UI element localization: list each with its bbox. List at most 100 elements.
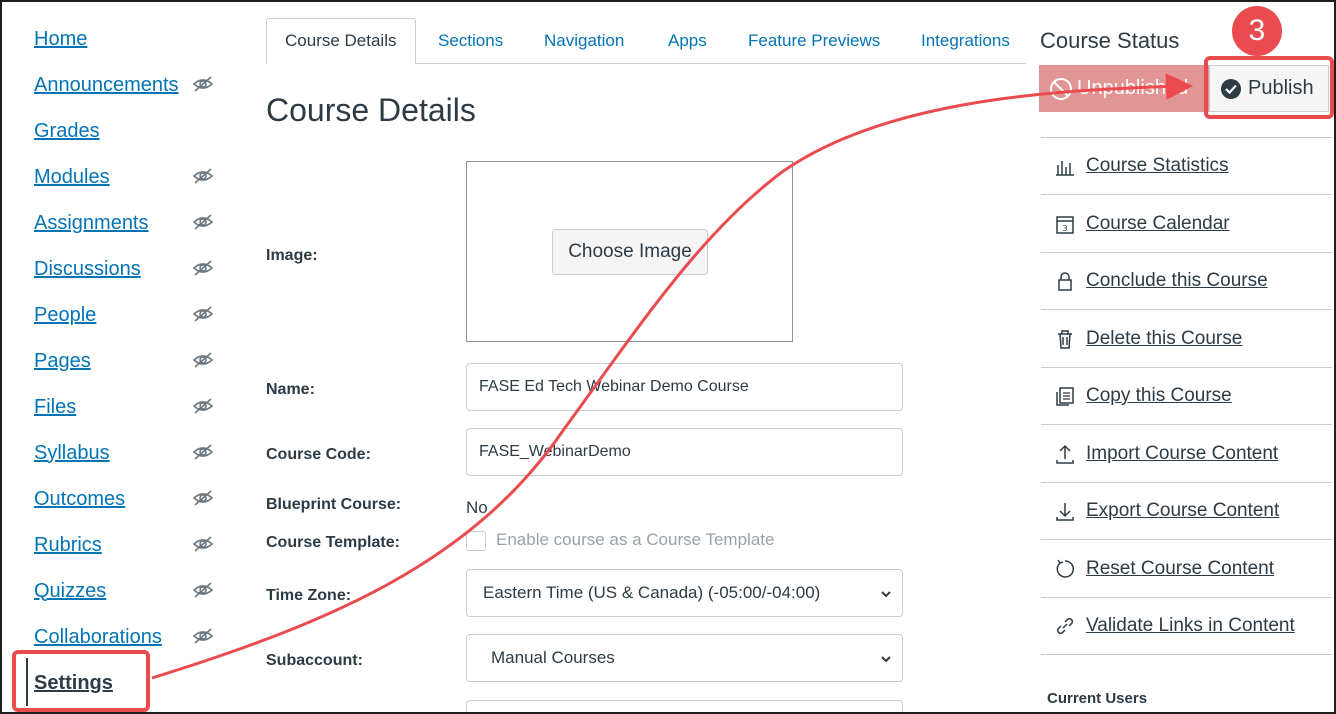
- nav-item-rubrics[interactable]: Rubrics: [34, 530, 224, 560]
- nav-item-home[interactable]: Home: [34, 24, 224, 54]
- nav-link[interactable]: Syllabus: [34, 442, 110, 465]
- conclude-course-link[interactable]: Conclude this Course: [1041, 253, 1332, 310]
- blueprint-value: No: [466, 498, 488, 517]
- time-zone-select[interactable]: Eastern Time (US & Canada) (-05:00/-04:0…: [466, 569, 903, 617]
- nav-link[interactable]: Modules: [34, 166, 110, 189]
- hidden-eye-icon: [192, 76, 214, 92]
- import-content-link[interactable]: Import Course Content: [1041, 426, 1332, 483]
- nav-link[interactable]: Discussions: [34, 258, 141, 281]
- course-code-label: Course Code:: [266, 446, 371, 463]
- calendar-icon: 3: [1056, 216, 1074, 234]
- nav-item-collaborations[interactable]: Collaborations: [34, 622, 224, 652]
- nav-link[interactable]: Announcements: [34, 74, 179, 97]
- upload-icon: [1056, 444, 1074, 464]
- name-label: Name:: [266, 381, 315, 398]
- next-field-partial[interactable]: [466, 700, 903, 712]
- trash-icon: [1058, 330, 1072, 349]
- tab-feature-previews[interactable]: Feature Previews: [748, 18, 880, 64]
- tab-sections[interactable]: Sections: [438, 18, 503, 64]
- nav-item-quizzes[interactable]: Quizzes: [34, 576, 224, 606]
- sidebar-link-label[interactable]: Validate Links in Content: [1086, 615, 1295, 637]
- blueprint-label: Blueprint Course:: [266, 496, 402, 513]
- lock-icon: [1058, 272, 1072, 291]
- hidden-eye-icon: [192, 536, 214, 552]
- nav-link[interactable]: Assignments: [34, 212, 149, 235]
- sidebar-link-label[interactable]: Delete this Course: [1086, 328, 1242, 350]
- subaccount-select[interactable]: Manual Courses: [466, 634, 903, 682]
- step-number-badge: 3: [1232, 6, 1282, 56]
- course-navigation: Home Announcements Grades Modules Assign…: [2, 2, 242, 712]
- tab-integrations[interactable]: Integrations: [921, 18, 1010, 64]
- course-image-box: Choose Image: [466, 161, 793, 342]
- unpublished-button[interactable]: Unpublished: [1039, 65, 1209, 112]
- choose-image-button[interactable]: Choose Image: [552, 229, 708, 275]
- export-content-link[interactable]: Export Course Content: [1041, 483, 1332, 540]
- settings-highlight-box: [12, 650, 150, 712]
- validate-links-link[interactable]: Validate Links in Content: [1041, 598, 1332, 655]
- image-label: Image:: [266, 247, 318, 264]
- app-window: Home Announcements Grades Modules Assign…: [0, 0, 1336, 714]
- hidden-eye-icon: [192, 582, 214, 598]
- reset-content-link[interactable]: Reset Course Content: [1041, 541, 1332, 598]
- stats-icon: [1056, 161, 1074, 176]
- sidebar-link-label[interactable]: Copy this Course: [1086, 385, 1232, 407]
- course-statistics-link[interactable]: Course Statistics: [1041, 138, 1332, 195]
- hidden-eye-icon: [192, 398, 214, 414]
- link-icon: [1056, 617, 1074, 635]
- nav-link[interactable]: Home: [34, 28, 87, 51]
- copy-icon: [1056, 387, 1074, 406]
- unpublished-icon: [1050, 77, 1072, 100]
- tab-apps[interactable]: Apps: [668, 18, 707, 64]
- chevron-down-icon: [881, 591, 891, 598]
- sidebar-link-label[interactable]: Export Course Content: [1086, 500, 1279, 522]
- nav-item-pages[interactable]: Pages: [34, 346, 224, 376]
- sidebar-link-label[interactable]: Import Course Content: [1086, 443, 1278, 465]
- nav-item-discussions[interactable]: Discussions: [34, 254, 224, 284]
- course-template-label: Course Template:: [266, 534, 400, 551]
- nav-link[interactable]: Grades: [34, 120, 100, 143]
- page-title: Course Details: [266, 92, 476, 128]
- nav-link[interactable]: Pages: [34, 350, 91, 373]
- copy-course-link[interactable]: Copy this Course: [1041, 368, 1332, 425]
- reset-icon: [1056, 559, 1074, 578]
- course-calendar-link[interactable]: 3 Course Calendar: [1041, 196, 1332, 253]
- unpublished-label: Unpublished: [1077, 77, 1189, 99]
- hidden-eye-icon: [192, 306, 214, 322]
- sidebar-link-label[interactable]: Course Calendar: [1086, 213, 1230, 235]
- nav-item-modules[interactable]: Modules: [34, 162, 224, 192]
- hidden-eye-icon: [192, 628, 214, 644]
- nav-link[interactable]: Files: [34, 396, 76, 419]
- nav-item-syllabus[interactable]: Syllabus: [34, 438, 224, 468]
- delete-course-link[interactable]: Delete this Course: [1041, 311, 1332, 368]
- sidebar-link-label[interactable]: Reset Course Content: [1086, 558, 1274, 580]
- subaccount-value: Manual Courses: [491, 648, 615, 667]
- subaccount-label: Subaccount:: [266, 652, 363, 669]
- sidebar-link-label[interactable]: Conclude this Course: [1086, 270, 1268, 292]
- publish-highlight-box: [1204, 56, 1334, 119]
- hidden-eye-icon: [192, 214, 214, 230]
- chevron-down-icon: [881, 656, 891, 663]
- time-zone-label: Time Zone:: [266, 587, 352, 604]
- tab-course-details[interactable]: Course Details: [266, 18, 416, 64]
- nav-link[interactable]: Collaborations: [34, 626, 162, 649]
- hidden-eye-icon: [192, 168, 214, 184]
- current-users-heading: Current Users: [1047, 690, 1148, 707]
- nav-item-files[interactable]: Files: [34, 392, 224, 422]
- nav-item-assignments[interactable]: Assignments: [34, 208, 224, 238]
- nav-link[interactable]: Quizzes: [34, 580, 106, 603]
- nav-link[interactable]: Rubrics: [34, 534, 102, 557]
- tab-navigation[interactable]: Navigation: [544, 18, 624, 64]
- sidebar-link-label[interactable]: Course Statistics: [1086, 155, 1229, 177]
- nav-item-people[interactable]: People: [34, 300, 224, 330]
- nav-link[interactable]: People: [34, 304, 96, 327]
- hidden-eye-icon: [192, 490, 214, 506]
- nav-item-announcements[interactable]: Announcements: [34, 70, 224, 100]
- course-template-checkbox-label[interactable]: Enable course as a Course Template: [496, 530, 774, 550]
- nav-item-outcomes[interactable]: Outcomes: [34, 484, 224, 514]
- download-icon: [1056, 503, 1074, 521]
- nav-link[interactable]: Outcomes: [34, 488, 125, 511]
- course-name-input[interactable]: FASE Ed Tech Webinar Demo Course: [466, 363, 903, 411]
- course-code-input[interactable]: FASE_WebinarDemo: [466, 428, 903, 476]
- nav-item-grades[interactable]: Grades: [34, 116, 224, 146]
- course-template-checkbox[interactable]: [466, 531, 486, 551]
